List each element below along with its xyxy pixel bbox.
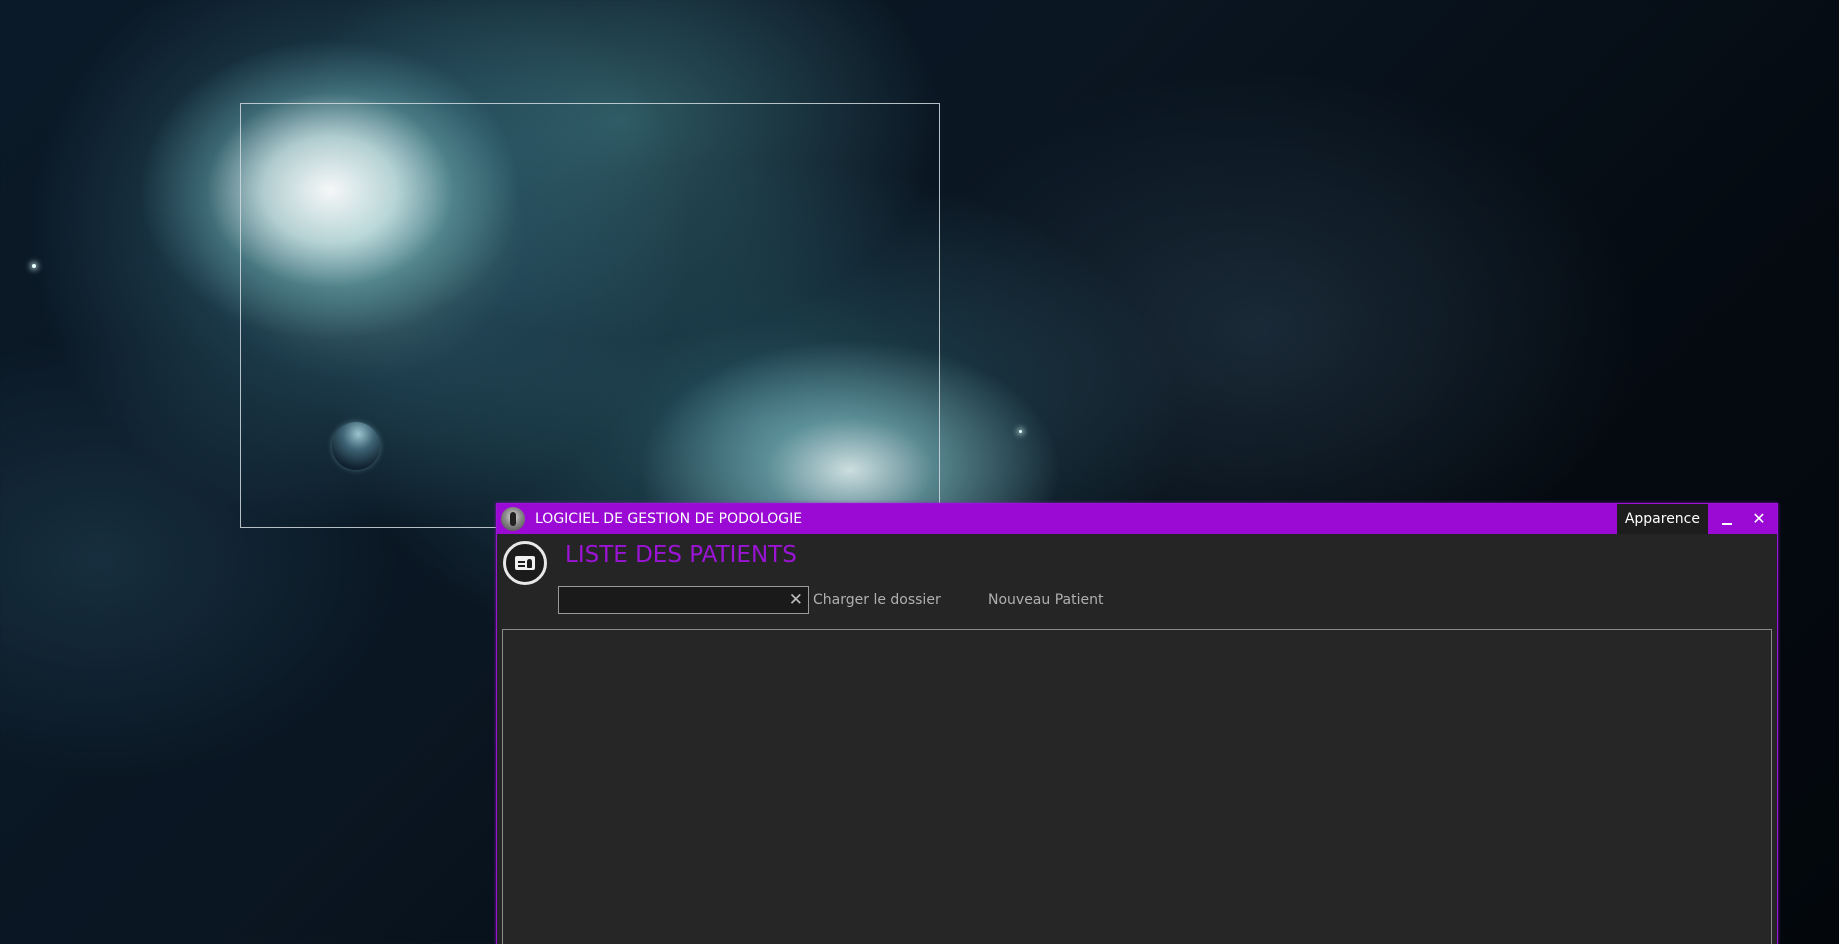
wallpaper-star bbox=[1019, 430, 1022, 433]
close-button[interactable]: ✕ bbox=[1743, 504, 1775, 534]
minimize-button[interactable] bbox=[1711, 504, 1743, 534]
appearance-button[interactable]: Apparence bbox=[1616, 504, 1708, 534]
close-icon: ✕ bbox=[1752, 509, 1766, 528]
load-folder-button[interactable]: Charger le dossier bbox=[813, 592, 941, 608]
title-bar[interactable]: LOGICIEL DE GESTION DE PODOLOGIE Apparen… bbox=[497, 504, 1777, 534]
minimize-icon bbox=[1722, 522, 1732, 525]
patient-list[interactable] bbox=[502, 629, 1772, 944]
new-patient-button[interactable]: Nouveau Patient bbox=[988, 592, 1103, 608]
search-box: ✕ bbox=[558, 586, 809, 614]
search-input[interactable] bbox=[563, 590, 777, 612]
podology-app-window: LOGICIEL DE GESTION DE PODOLOGIE Apparen… bbox=[496, 503, 1778, 944]
app-logo-icon bbox=[501, 507, 525, 531]
window-title: LOGICIEL DE GESTION DE PODOLOGIE bbox=[535, 511, 803, 527]
desktop-selection-rectangle bbox=[240, 103, 940, 528]
patient-card-icon bbox=[503, 541, 547, 585]
wallpaper-star bbox=[32, 264, 36, 268]
page-title: LISTE DES PATIENTS bbox=[565, 542, 797, 568]
id-card-shape bbox=[515, 556, 535, 570]
clear-search-icon[interactable]: ✕ bbox=[789, 588, 803, 612]
